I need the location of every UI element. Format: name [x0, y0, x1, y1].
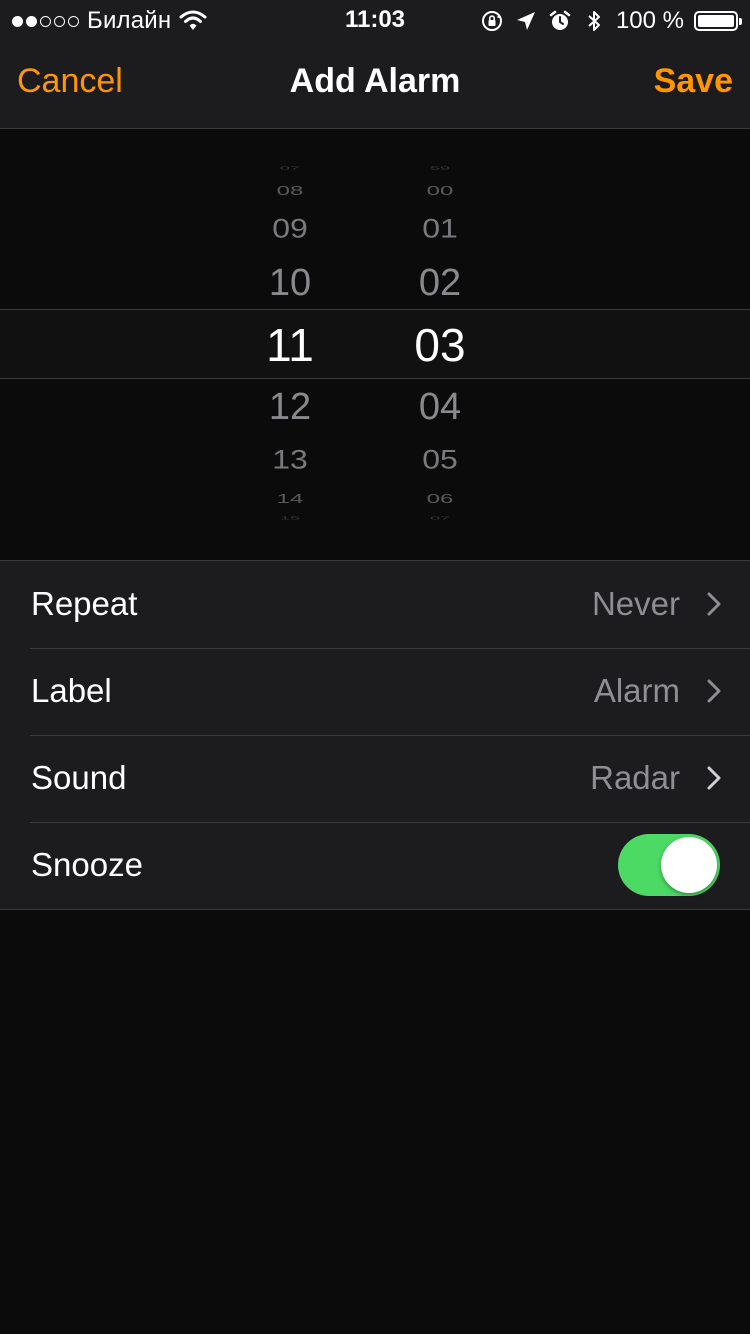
cancel-button[interactable]: Cancel [17, 62, 123, 101]
snooze-row: Snooze [0, 822, 750, 909]
battery-percent: 100 % [615, 7, 684, 34]
time-picker: 07 08 09 10 11 12 13 14 15 59 00 01 02 0… [0, 129, 750, 560]
minute-option[interactable]: 04 [380, 388, 500, 426]
save-button[interactable]: Save [654, 62, 733, 101]
minute-option[interactable]: 06 [380, 492, 500, 505]
hour-selected[interactable]: 11 [230, 322, 350, 368]
sound-value: Radar [590, 759, 680, 796]
chevron-right-icon [707, 766, 721, 790]
hour-option[interactable]: 13 [230, 445, 350, 472]
repeat-row[interactable]: Repeat Never [0, 561, 750, 648]
minute-selected[interactable]: 03 [380, 322, 500, 368]
alarm-clock-icon [549, 10, 571, 30]
chevron-right-icon [707, 679, 721, 703]
label-row[interactable]: Label Alarm [0, 648, 750, 735]
hour-option[interactable]: 14 [230, 492, 350, 505]
minute-option[interactable]: 02 [380, 264, 500, 302]
navigation-bar: Cancel Add Alarm Save [0, 40, 750, 129]
status-right: 100 % [480, 6, 742, 36]
picker-selection-band [0, 309, 750, 379]
hour-option[interactable]: 09 [230, 214, 350, 241]
minute-option[interactable]: 59 [380, 166, 500, 171]
add-alarm-screen: Билайн 11:03 100 % Cancel Add Alarm Save… [0, 0, 750, 1334]
hour-option[interactable]: 12 [230, 388, 350, 426]
hour-option[interactable]: 08 [230, 184, 350, 197]
sound-label: Sound [31, 759, 127, 796]
toggle-knob [661, 837, 717, 893]
hour-option[interactable]: 10 [230, 264, 350, 302]
battery-icon [694, 11, 742, 31]
repeat-label: Repeat [31, 585, 138, 622]
hour-option[interactable]: 15 [230, 516, 350, 521]
status-bar: Билайн 11:03 100 % [0, 0, 750, 40]
battery-fill [698, 15, 734, 27]
hour-option[interactable]: 07 [230, 166, 350, 171]
bluetooth-icon [588, 11, 600, 31]
battery-nub [739, 18, 742, 25]
label-value: Alarm [593, 672, 680, 709]
chevron-right-icon [707, 592, 721, 616]
minute-option[interactable]: 01 [380, 214, 500, 241]
snooze-label: Snooze [31, 846, 143, 883]
minute-option[interactable]: 07 [380, 516, 500, 521]
sound-row[interactable]: Sound Radar [0, 735, 750, 822]
orientation-lock-icon [481, 11, 502, 31]
location-arrow-icon [516, 12, 535, 30]
repeat-value: Never [591, 585, 680, 622]
alarm-settings-list: Repeat Never Label Alarm Sound Radar Sno… [0, 560, 750, 910]
label-label: Label [31, 672, 112, 709]
snooze-toggle[interactable] [618, 834, 720, 896]
minute-option[interactable]: 00 [380, 184, 500, 197]
minute-option[interactable]: 05 [380, 445, 500, 472]
